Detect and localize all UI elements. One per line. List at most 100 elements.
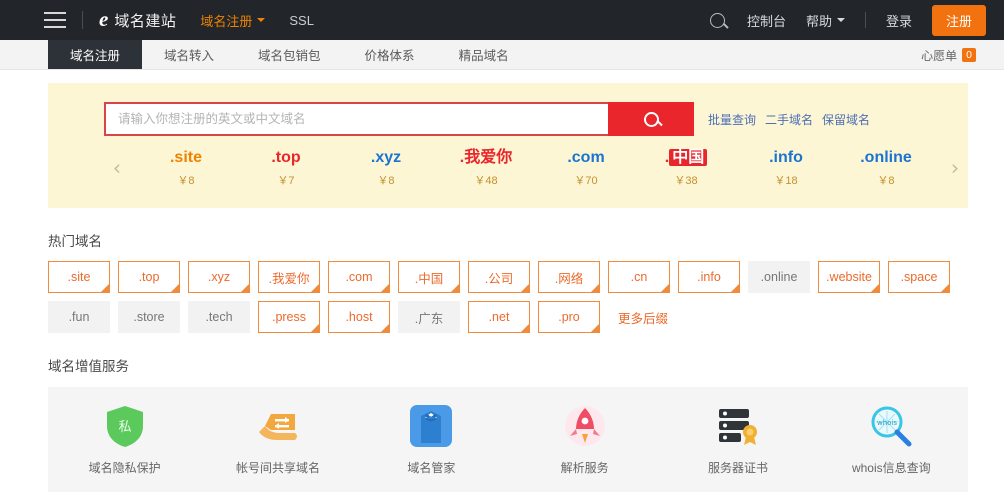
shield-privacy-icon: 私 [102,403,148,449]
tld-name: .info [769,149,803,166]
tld-name: .我爱你 [459,149,513,166]
service-item[interactable]: whois whois信息查询 [815,403,968,476]
domain-suffix-tag[interactable]: .网络 [538,261,600,293]
service-item[interactable]: 服务器证书 [661,403,814,476]
register-button[interactable]: 注册 [931,4,986,36]
chevron-down-icon [257,18,266,22]
tld-carousel-item[interactable]: .site ￥8 [155,147,217,188]
tab-pricing[interactable]: 价格体系 [343,40,437,69]
tab-domain-registration[interactable]: 域名注册 [48,40,143,69]
domain-suffix-tag[interactable]: .广东 [398,301,460,333]
search-submit-button[interactable] [608,102,694,136]
more-suffixes-link[interactable]: 更多后缀 [618,308,668,327]
bulk-query-link[interactable]: 批量查询 [708,111,756,128]
search-row: 批量查询 二手域名 保留域名 [48,83,968,136]
nav-help-label: 帮助 [805,13,832,29]
secondhand-domain-link[interactable]: 二手域名 [765,111,813,128]
wishlist-count-badge: 0 [962,48,976,62]
hot-domains-title: 热门域名 [48,234,102,249]
domain-suffix-tag[interactable]: .store [118,301,180,333]
domain-suffix-tag[interactable]: .公司 [468,261,530,293]
tld-price: ￥7 [277,175,295,187]
hamburger-menu-icon[interactable] [44,12,66,28]
service-label: 服务器证书 [707,461,768,475]
tld-price: ￥70 [574,175,598,187]
domain-search-input[interactable] [104,102,608,136]
nav-item-label: 域名注册 [200,13,253,29]
search-icon [643,111,659,127]
domain-suffix-tag[interactable]: .中国 [398,261,460,293]
server-certificate-icon [715,403,761,449]
nav-item-domain-registration[interactable]: 域名注册 [200,11,266,30]
domain-suffix-tag[interactable]: .cn [608,261,670,293]
logo-e-icon: e [99,6,109,31]
service-item[interactable]: 域名管家 [355,403,508,476]
domain-suffix-tag[interactable]: .site [48,261,110,293]
tld-carousel-item[interactable]: .com ￥70 [555,147,617,188]
tld-name: .com [567,149,605,166]
tld-carousel-item[interactable]: .xyz ￥8 [355,147,417,188]
domain-suffix-tag[interactable]: .info [678,261,740,293]
service-item[interactable]: 帐号间共享域名 [201,403,354,476]
domain-suffix-tag[interactable]: .我爱你 [258,261,320,293]
tag-row: .site .top .xyz .我爱你 .com .中国 .公司 .网络 .cn .info .o… [48,261,968,293]
tld-carousel-item[interactable]: .info ￥18 [755,147,817,188]
tld-price-carousel: ‹ .site ￥8 .top ￥7 .xyz ￥8 .我爱你 ￥48 .com ￥70 . 中国 ￥3… [48,136,968,188]
tuxedo-butler-icon [408,403,454,449]
nav-console-link[interactable]: 控制台 [747,11,786,30]
tld-name: . 中国 [655,147,717,169]
service-label: 解析服务 [560,461,609,475]
chevron-left-icon[interactable]: ‹ [104,156,130,180]
domain-suffix-tag[interactable]: .top [118,261,180,293]
domain-suffix-tag[interactable]: .com [328,261,390,293]
tld-carousel-item[interactable]: .online ￥8 [855,147,917,188]
nav-item-ssl[interactable]: SSL [289,13,314,28]
banner-links: 批量查询 二手域名 保留域名 [708,111,870,128]
site-logo[interactable]: e 域名建站 [99,6,177,31]
svg-text:whois: whois [877,419,897,427]
tld-name: .xyz [370,149,402,166]
hand-exchange-icon [255,403,301,449]
tld-carousel-item[interactable]: .top ￥7 [255,147,317,188]
service-item[interactable]: 解析服务 [508,403,661,476]
tld-price: ￥8 [877,175,895,187]
tld-price: ￥8 [177,175,195,187]
service-label: 帐号间共享域名 [235,461,320,475]
tab-domain-transfer[interactable]: 域名转入 [142,40,236,69]
sub-navigation-tabs: 域名注册 域名转入 域名包销包 价格体系 精品域名 心愿单 0 [0,40,1004,70]
tld-carousel-item[interactable]: .我爱你 ￥48 [455,147,517,188]
service-label: whois信息查询 [851,461,931,475]
service-label: 域名管家 [407,461,456,475]
service-item[interactable]: 私域名隐私保护 [48,403,201,476]
domain-suffix-tag[interactable]: .xyz [188,261,250,293]
tld-name: .online [860,149,912,166]
value-added-services-panel: 私域名隐私保护 帐号间共享域名 域名管家 解析服务 服务器证书 whois whois信息查… [48,387,968,492]
domain-suffix-tag[interactable]: .pro [538,301,600,333]
login-link[interactable]: 登录 [886,11,912,30]
domain-suffix-tag[interactable]: .net [468,301,530,333]
logo-text: 域名建站 [114,12,177,30]
domain-suffix-tag[interactable]: .online [748,261,810,293]
nav-right-group: 控制台 帮助 登录 注册 [709,0,986,40]
nav-divider [864,12,866,28]
rocket-icon [562,403,608,449]
tld-price: ￥8 [377,175,395,187]
domain-suffix-tag[interactable]: .tech [188,301,250,333]
reserved-domain-link[interactable]: 保留域名 [822,111,870,128]
domain-suffix-tag[interactable]: .host [328,301,390,333]
hot-domains-tags: .site .top .xyz .我爱你 .com .中国 .公司 .网络 .cn .info .o… [48,261,968,333]
service-label: 域名隐私保护 [88,461,161,475]
chevron-down-icon [836,18,845,22]
tld-name: .site [169,149,202,166]
domain-suffix-tag[interactable]: .space [888,261,950,293]
search-icon[interactable] [709,12,725,28]
chevron-right-icon[interactable]: › [942,156,968,180]
wishlist-link[interactable]: 心愿单 0 [921,40,976,70]
domain-suffix-tag[interactable]: .fun [48,301,110,333]
tld-carousel-item[interactable]: . 中国 ￥38 [655,147,717,188]
tab-domain-package[interactable]: 域名包销包 [236,40,343,69]
domain-suffix-tag[interactable]: .website [818,261,880,293]
domain-suffix-tag[interactable]: .press [258,301,320,333]
nav-help-link[interactable]: 帮助 [806,11,845,30]
tab-premium-domains[interactable]: 精品域名 [437,40,531,69]
